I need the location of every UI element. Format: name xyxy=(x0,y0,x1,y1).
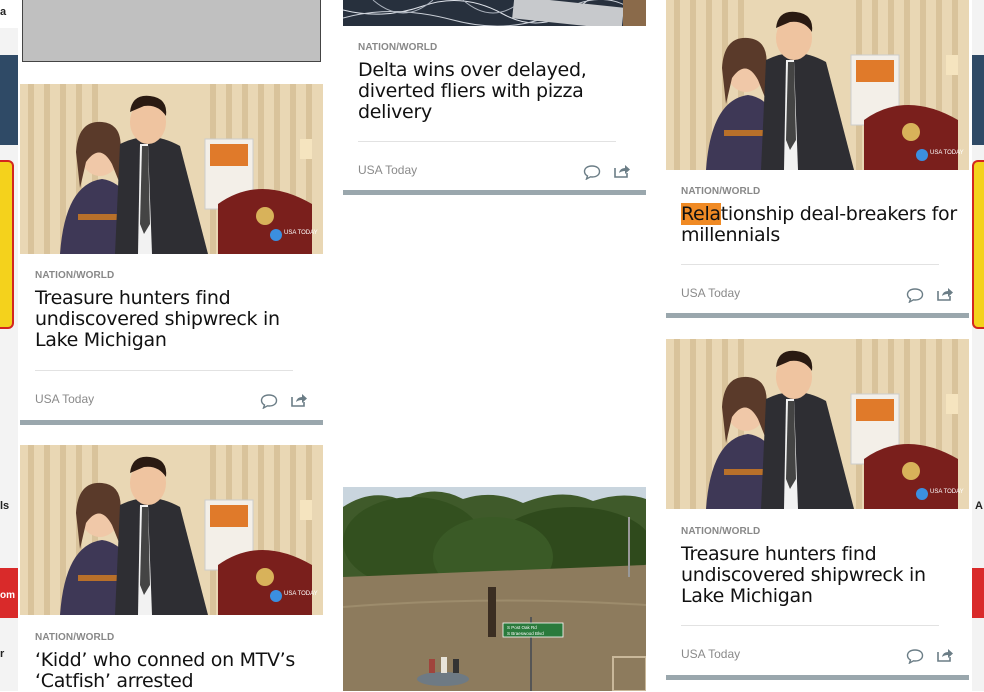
card-bottom-bar xyxy=(666,675,969,680)
ad-placeholder[interactable] xyxy=(22,0,321,62)
search-highlight: Rela xyxy=(681,203,721,225)
story-image[interactable]: USA TODAY xyxy=(666,0,969,170)
card-bottom-bar xyxy=(20,420,323,425)
left-edge-ad xyxy=(0,160,14,329)
story-source[interactable]: USA Today xyxy=(681,647,740,661)
story-headline[interactable]: Delta wins over delayed, diverted fliers… xyxy=(358,60,638,123)
story-kicker[interactable]: NATION/WORLD xyxy=(681,526,760,537)
story-image[interactable] xyxy=(343,0,646,26)
story-headline[interactable]: Treasure hunters find undiscovered shipw… xyxy=(35,288,315,351)
couple-photo: USA TODAY xyxy=(20,84,323,254)
street-sign-text: S Post Oak Rd xyxy=(507,625,537,630)
story-card[interactable]: S Post Oak Rd S Braeswood Blvd xyxy=(343,487,646,691)
story-headline[interactable]: Treasure hunters find undiscovered shipw… xyxy=(681,544,966,607)
divider xyxy=(35,370,293,371)
story-source[interactable]: USA Today xyxy=(358,163,417,177)
cables-photo xyxy=(343,0,646,26)
right-edge-strip: A xyxy=(972,0,984,691)
share-icon[interactable] xyxy=(936,286,954,302)
comment-icon[interactable] xyxy=(260,393,278,409)
left-edge-strip: a ls om r xyxy=(0,0,18,691)
left-edge-fragment: om xyxy=(0,590,15,601)
card-bottom-bar xyxy=(343,190,646,195)
image-badge-text: USA TODAY xyxy=(930,150,964,156)
street-sign-text: S Braeswood Blvd xyxy=(507,631,544,636)
comment-icon[interactable] xyxy=(583,164,601,180)
story-kicker[interactable]: NATION/WORLD xyxy=(358,42,437,53)
image-badge-text: USA TODAY xyxy=(930,489,964,495)
story-kicker[interactable]: NATION/WORLD xyxy=(35,270,114,281)
story-headline[interactable]: Relationship deal-breakers for millennia… xyxy=(681,203,966,246)
story-image[interactable]: S Post Oak Rd S Braeswood Blvd xyxy=(343,487,646,691)
story-source[interactable]: USA Today xyxy=(681,286,740,300)
story-image[interactable]: USA TODAY xyxy=(20,84,323,254)
left-edge-fragment: a xyxy=(0,6,7,18)
flood-photo: S Post Oak Rd S Braeswood Blvd xyxy=(343,487,646,691)
story-card[interactable]: USA TODAY NATION/WORLD Treasure hunters … xyxy=(666,339,969,691)
story-card[interactable]: USA TODAY NATION/WORLD Treasure hunters … xyxy=(20,84,323,425)
story-card[interactable]: USA TODAY NATION/WORLD ‘Kidd’ who conned… xyxy=(20,445,323,692)
left-edge-fragment: r xyxy=(0,648,5,660)
divider xyxy=(681,625,939,626)
story-kicker[interactable]: NATION/WORLD xyxy=(35,632,114,643)
headline-rest: tionship deal-breakers for millennials xyxy=(681,203,957,246)
left-edge-fragment: ls xyxy=(0,500,10,512)
share-icon[interactable] xyxy=(613,163,631,179)
story-kicker[interactable]: NATION/WORLD xyxy=(681,186,760,197)
story-card[interactable]: USA TODAY NATION/WORLD Relationship deal… xyxy=(666,0,969,320)
image-badge-text: USA TODAY xyxy=(284,591,318,597)
couple-photo: USA TODAY xyxy=(20,445,323,615)
story-source[interactable]: USA Today xyxy=(35,392,94,406)
story-image[interactable]: USA TODAY xyxy=(666,339,969,509)
right-edge-fragment: A xyxy=(975,500,983,512)
divider xyxy=(681,264,939,265)
card-bottom-bar xyxy=(666,313,969,318)
couple-photo: USA TODAY xyxy=(666,339,969,509)
story-headline[interactable]: ‘Kidd’ who conned on MTV’s ‘Catfish’ arr… xyxy=(35,650,315,692)
image-badge-text: USA TODAY xyxy=(284,230,318,236)
share-icon[interactable] xyxy=(290,392,308,408)
left-edge-image xyxy=(0,55,18,145)
divider xyxy=(358,141,616,142)
share-icon[interactable] xyxy=(936,647,954,663)
story-image[interactable]: USA TODAY xyxy=(20,445,323,615)
story-card[interactable]: NATION/WORLD Delta wins over delayed, di… xyxy=(343,0,646,196)
comment-icon[interactable] xyxy=(906,287,924,303)
couple-photo: USA TODAY xyxy=(666,0,969,170)
comment-icon[interactable] xyxy=(906,648,924,664)
